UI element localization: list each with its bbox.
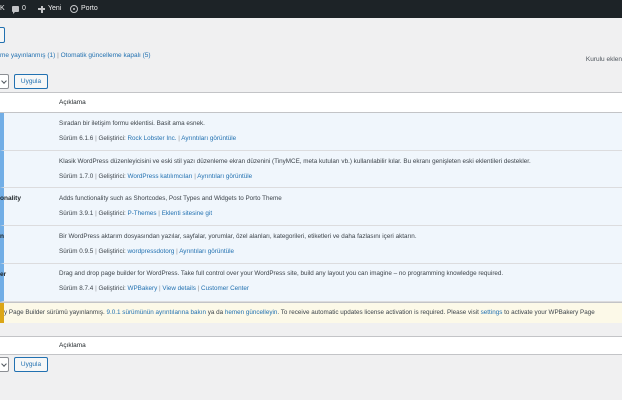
plugin-site-link[interactable]: Eklenti sitesine git xyxy=(162,210,212,217)
plugin-name[interactable]: n xyxy=(0,233,4,240)
chevron-down-icon xyxy=(1,361,7,367)
notice-prefix: y Page Builder sürümü yayınlanmış. xyxy=(4,309,105,316)
column-description-header[interactable]: Açıklama xyxy=(59,99,86,106)
developer-link[interactable]: Rock Lobster Inc. xyxy=(128,135,177,142)
plugin-version: Sürüm 3.9.1 xyxy=(59,210,94,217)
developer-prefix: Geliştirici: xyxy=(98,285,126,292)
theme-options-link[interactable]: Porto xyxy=(70,0,98,18)
plugin-version: Sürüm 8.7.4 xyxy=(59,285,94,292)
developer-link[interactable]: WPBakery xyxy=(128,285,158,292)
site-name-link[interactable]: K xyxy=(0,0,5,18)
settings-link[interactable]: settings xyxy=(481,309,503,316)
search-installed-plugins-label: Kurulu eklen xyxy=(585,56,622,63)
new-content-link[interactable]: Yeni xyxy=(38,0,61,18)
plugin-row: onality Adds functionality such as Short… xyxy=(0,188,622,226)
bulk-action-select[interactable] xyxy=(0,74,9,89)
notice-end: to activate your WPBakery Page xyxy=(504,309,595,316)
plugin-meta: Sürüm 8.7.4 | Geliştirici: WPBakery | Vi… xyxy=(59,285,249,292)
plugin-description: Drag and drop page builder for WordPress… xyxy=(59,270,504,277)
plugins-table: Açıklama Sıradan bir iletişim formu ekle… xyxy=(0,92,622,303)
plugin-version: Sürüm 6.1.6 xyxy=(59,135,94,142)
comments-link[interactable]: 0 xyxy=(12,0,26,18)
plugin-description: Sıradan bir iletişim formu eklentisi. Ba… xyxy=(59,120,205,127)
plugin-row: n Bir WordPress aktarım dosyasından yazı… xyxy=(0,226,622,264)
view-details-link[interactable]: View details xyxy=(162,285,196,292)
plugin-row: er Drag and drop page builder for WordPr… xyxy=(0,264,622,302)
view-details-link[interactable]: Ayrıntıları görüntüle xyxy=(197,173,252,180)
notice-middle: ya da xyxy=(207,309,224,316)
plugin-description: Klasik WordPress düzenleyicisini ve eski… xyxy=(59,158,531,165)
plugin-name[interactable]: er xyxy=(0,271,6,278)
gauge-icon xyxy=(70,5,78,13)
plugin-name[interactable]: onality xyxy=(0,195,21,202)
comments-count: 0 xyxy=(22,5,26,12)
bulk-action-select-bottom[interactable] xyxy=(0,357,9,372)
chevron-down-icon xyxy=(1,78,7,84)
filter-auto-update-enabled[interactable]: me yayınlanmış (1) xyxy=(0,52,55,59)
developer-link[interactable]: P-Themes xyxy=(128,210,157,217)
notice-suffix: . To receive automatic updates license a… xyxy=(277,309,479,316)
plugin-description: Bir WordPress aktarım dosyasından yazıla… xyxy=(59,233,417,240)
plugin-meta: Sürüm 0.9.5 | Geliştirici: wordpressdoto… xyxy=(59,248,235,255)
developer-link[interactable]: wordpressdotorg xyxy=(128,248,175,255)
plugin-row: Sıradan bir iletişim formu eklentisi. Ba… xyxy=(0,113,622,151)
plugin-description: Adds functionality such as Shortcodes, P… xyxy=(59,195,282,202)
admin-bar: K 0 Yeni Porto xyxy=(0,0,622,18)
view-details-link[interactable]: Ayrıntıları görüntüle xyxy=(181,135,236,142)
theme-label: Porto xyxy=(81,5,98,12)
apply-button-bottom[interactable]: Uygula xyxy=(14,357,48,372)
table-footer: Açıklama xyxy=(0,336,622,355)
update-now-link[interactable]: hemen güncelleyin xyxy=(225,309,278,316)
update-notice: y Page Builder sürümü yayınlanmış. 9.0.1… xyxy=(0,303,622,323)
plugin-meta: Sürüm 1.7.0 | Geliştirici: WordPress kat… xyxy=(59,173,253,180)
add-new-plugin-button[interactable] xyxy=(0,27,5,43)
table-header: Açıklama xyxy=(0,93,622,113)
developer-prefix: Geliştirici: xyxy=(98,173,126,180)
developer-prefix: Geliştirici: xyxy=(98,210,126,217)
apply-button[interactable]: Uygula xyxy=(14,74,48,89)
plugin-status-filters: me yayınlanmış (1) | Otomatik güncelleme… xyxy=(0,52,151,59)
developer-link[interactable]: WordPress katılımcıları xyxy=(128,173,193,180)
new-label: Yeni xyxy=(48,5,62,12)
plugin-meta: Sürüm 3.9.1 | Geliştirici: P-Themes | Ek… xyxy=(59,210,213,217)
filter-separator: | xyxy=(57,52,59,59)
filter-auto-update-disabled[interactable]: Otomatik güncelleme kapalı (5) xyxy=(61,52,151,59)
developer-prefix: Geliştirici: xyxy=(98,135,126,142)
site-name-fragment: K xyxy=(0,5,5,12)
column-description-footer[interactable]: Açıklama xyxy=(59,342,86,349)
developer-prefix: Geliştirici: xyxy=(98,248,126,255)
plus-icon xyxy=(38,5,45,13)
plugin-row: Klasik WordPress düzenleyicisini ve eski… xyxy=(0,151,622,188)
plugin-version: Sürüm 1.7.0 xyxy=(59,173,94,180)
comment-icon xyxy=(12,6,19,14)
version-details-link[interactable]: 9.0.1 sürümünün ayrıntılarına bakın xyxy=(107,309,206,316)
plugin-meta: Sürüm 6.1.6 | Geliştirici: Rock Lobster … xyxy=(59,135,237,142)
plugin-version: Sürüm 0.9.5 xyxy=(59,248,94,255)
view-details-link[interactable]: Ayrıntıları görüntüle xyxy=(179,248,234,255)
customer-center-link[interactable]: Customer Center xyxy=(201,285,249,292)
